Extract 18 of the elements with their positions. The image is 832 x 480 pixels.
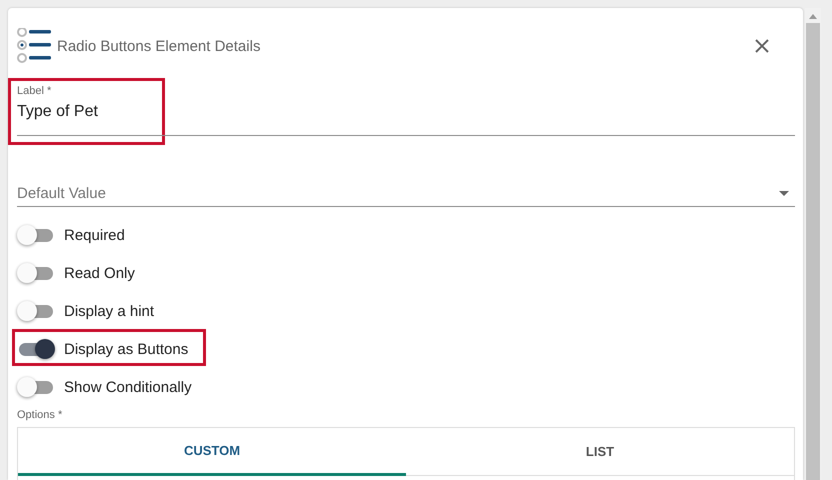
- toggle-label: Show Conditionally: [64, 378, 192, 396]
- field-value: Type of Pet: [17, 103, 98, 121]
- toggle-switch[interactable]: [17, 301, 53, 321]
- toggle-label: Required: [64, 226, 125, 244]
- label-field[interactable]: Label * Type of Pet: [17, 77, 795, 136]
- toggle-switch[interactable]: [17, 377, 53, 397]
- toggle-label: Display as Buttons: [64, 340, 188, 358]
- options-label: Options *: [17, 409, 62, 421]
- toggle-label: Read Only: [64, 264, 135, 282]
- dialog-title: Radio Buttons Element Details: [57, 38, 262, 54]
- scroll-up-icon[interactable]: [809, 14, 817, 19]
- dropdown-arrow-icon: [779, 190, 789, 196]
- field-label: Label *: [17, 85, 52, 97]
- toggle-label: Display a hint: [64, 302, 154, 320]
- radio-list-icon: [17, 28, 53, 64]
- toggle-switch[interactable]: [17, 339, 53, 359]
- toggle-switch[interactable]: [17, 263, 53, 283]
- toggle-switch[interactable]: [17, 225, 53, 245]
